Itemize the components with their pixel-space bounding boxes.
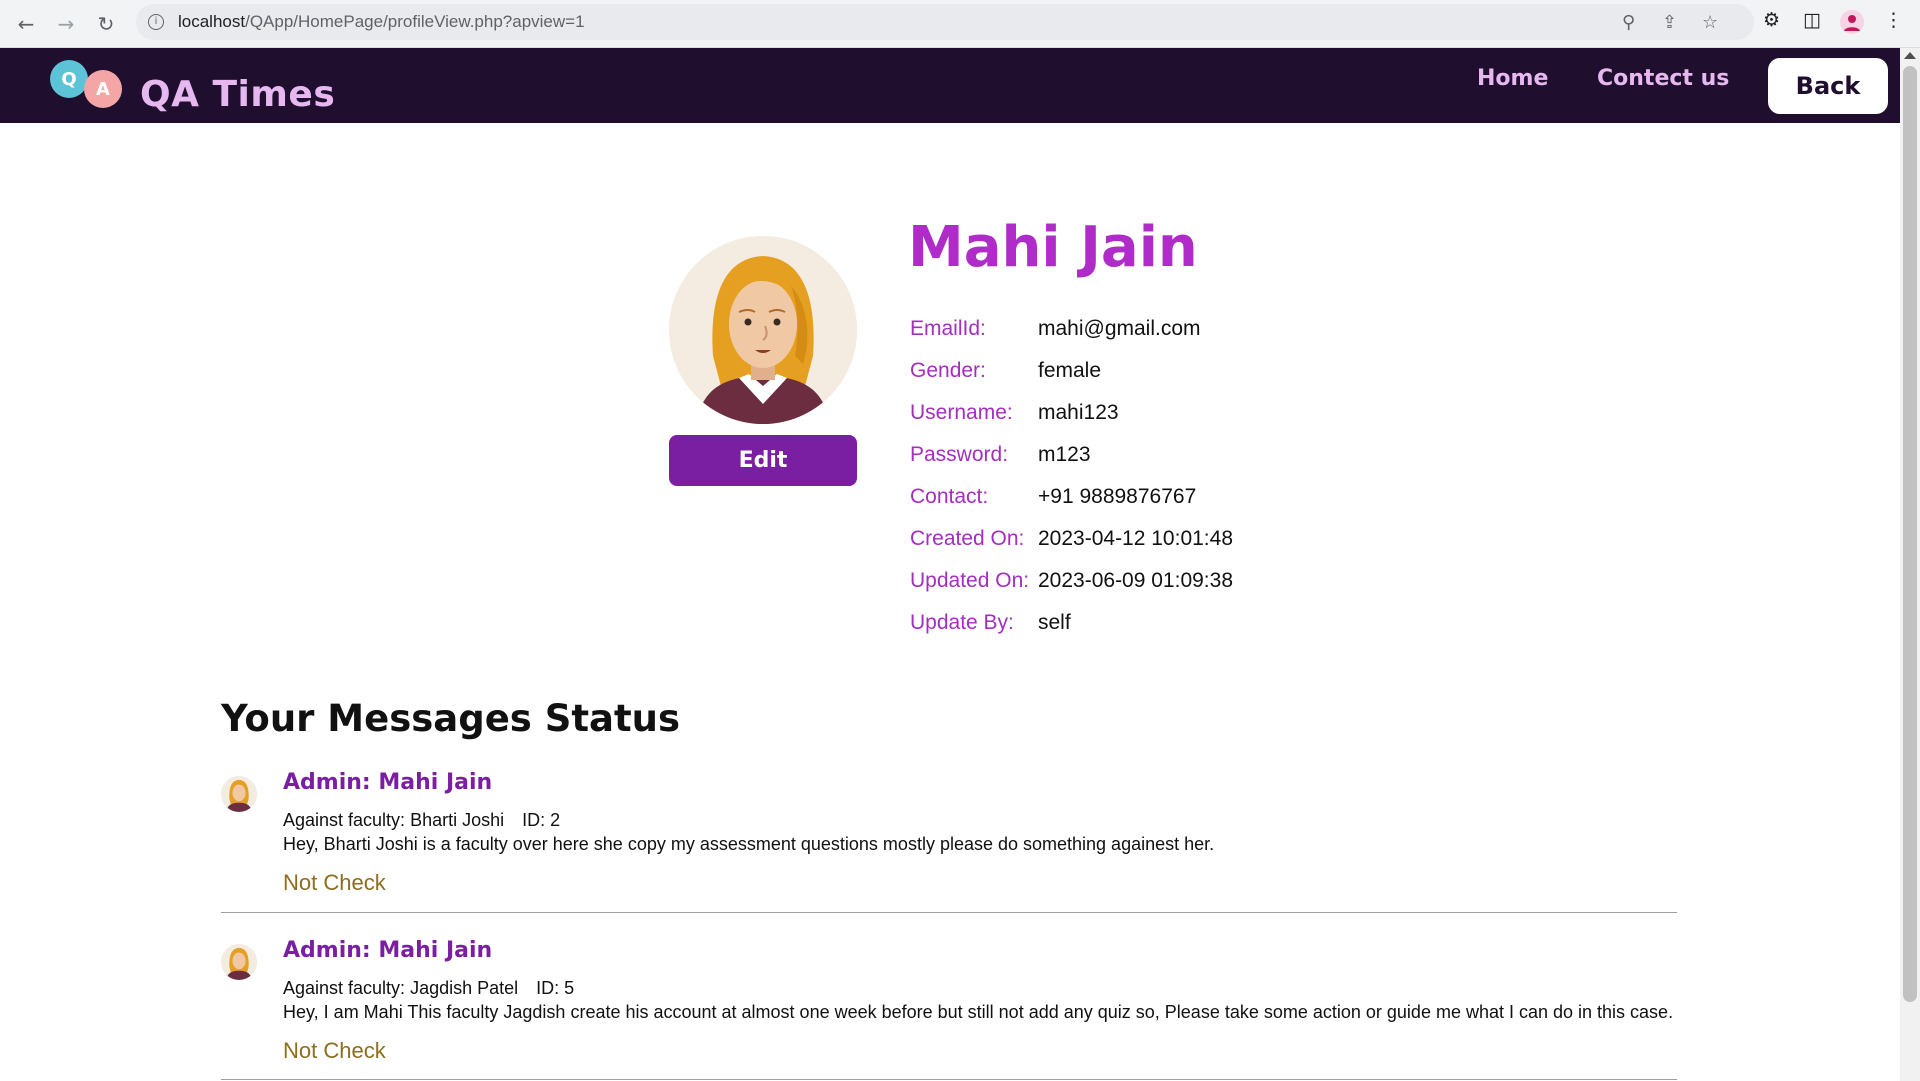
field-label: Username:: [910, 401, 1013, 424]
password-key-icon[interactable]: ⚲: [1622, 12, 1635, 33]
profile-name: Mahi Jain: [908, 215, 1198, 280]
back-button[interactable]: Back: [1768, 58, 1888, 114]
nav-contact-link[interactable]: Contect us: [1597, 66, 1729, 91]
extensions-puzzle-icon[interactable]: ⚙: [1763, 9, 1780, 31]
message-meta: Against faculty: Jagdish Patel ID: 5: [283, 978, 574, 999]
message-sender: Admin: Mahi Jain: [283, 770, 493, 795]
address-bar[interactable]: i localhost/QApp/HomePage/profileView.ph…: [136, 4, 1754, 40]
message-divider: [221, 1079, 1677, 1080]
field-value: +91 9889876767: [1038, 485, 1197, 508]
field-label: Updated On:: [910, 569, 1030, 592]
field-value: mahi123: [1038, 401, 1119, 424]
field-label: Contact:: [910, 485, 989, 508]
message-id: ID: 2: [522, 810, 561, 830]
message-divider: [221, 912, 1677, 913]
message-avatar-icon: [221, 776, 257, 812]
profile-avatar-icon[interactable]: [1840, 10, 1864, 34]
share-icon[interactable]: ⇪: [1662, 12, 1677, 33]
field-label: Update By:: [910, 611, 1014, 634]
field-label: Password:: [910, 443, 1009, 466]
field-value: mahi@gmail.com: [1038, 317, 1201, 340]
logo-a-bubble: A: [84, 70, 122, 108]
message-body: Hey, I am Mahi This faculty Jagdish crea…: [283, 1002, 1674, 1022]
menu-dots-icon[interactable]: ⋮: [1884, 9, 1903, 31]
scrollbar-thumb[interactable]: [1903, 66, 1917, 1002]
qa-logo-icon[interactable]: Q A: [48, 58, 128, 112]
back-arrow-icon[interactable]: ←: [12, 10, 40, 38]
message-body: Hey, Bharti Joshi is a faculty over here…: [283, 834, 1215, 854]
scroll-up-arrow-icon[interactable]: [1904, 52, 1916, 59]
field-value: m123: [1038, 443, 1091, 466]
edit-profile-button[interactable]: Edit: [669, 435, 857, 486]
bookmark-star-icon[interactable]: ☆: [1702, 12, 1718, 33]
woman-avatar-icon: [669, 236, 857, 424]
messages-section-title: Your Messages Status: [221, 697, 681, 740]
field-label: Created On:: [910, 527, 1025, 550]
forward-arrow-icon[interactable]: →: [52, 10, 80, 38]
message-id: ID: 5: [536, 978, 575, 998]
field-value: 2023-06-09 01:09:38: [1038, 569, 1233, 592]
message-against: Against faculty: Jagdish Patel: [283, 978, 519, 998]
field-label: Gender:: [910, 359, 986, 382]
url-text[interactable]: localhost/QApp/HomePage/profileView.php?…: [178, 12, 585, 32]
field-value: 2023-04-12 10:01:48: [1038, 527, 1233, 550]
site-navbar: Q A QA Times Home Contect us Back: [0, 48, 1900, 123]
message-against: Against faculty: Bharti Joshi: [283, 810, 505, 830]
nav-home-link[interactable]: Home: [1477, 66, 1548, 91]
message-avatar-icon: [221, 944, 257, 980]
message-meta: Against faculty: Bharti Joshi ID: 2: [283, 810, 560, 831]
browser-toolbar: ← → ↻ i localhost/QApp/HomePage/profileV…: [0, 0, 1920, 48]
brand-name[interactable]: QA Times: [140, 74, 335, 115]
message-status: Not Check: [283, 1038, 386, 1063]
field-value: female: [1038, 359, 1102, 382]
message-status: Not Check: [283, 870, 386, 895]
side-panel-icon[interactable]: ◫: [1803, 9, 1821, 31]
site-info-icon[interactable]: i: [148, 14, 164, 30]
logo-q-bubble: Q: [50, 60, 88, 98]
field-label: EmailId:: [910, 317, 986, 340]
message-sender: Admin: Mahi Jain: [283, 938, 493, 963]
field-value: self: [1038, 611, 1071, 634]
profile-avatar: [669, 236, 857, 424]
reload-icon[interactable]: ↻: [92, 10, 120, 38]
